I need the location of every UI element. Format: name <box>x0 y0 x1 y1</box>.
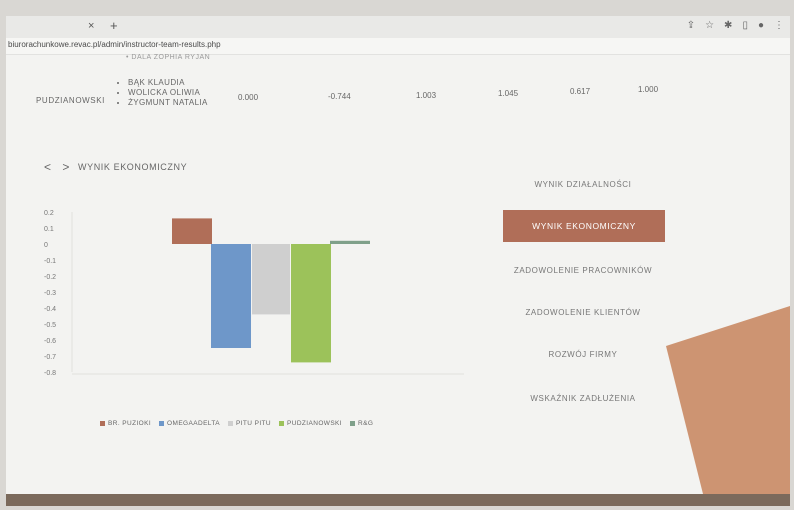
decorative-background-shape <box>6 306 790 506</box>
browser-window: × + ⇪ ☆ ✱ ▯ ● ⋮ biurorachunkowe.revac.pl… <box>6 16 790 506</box>
